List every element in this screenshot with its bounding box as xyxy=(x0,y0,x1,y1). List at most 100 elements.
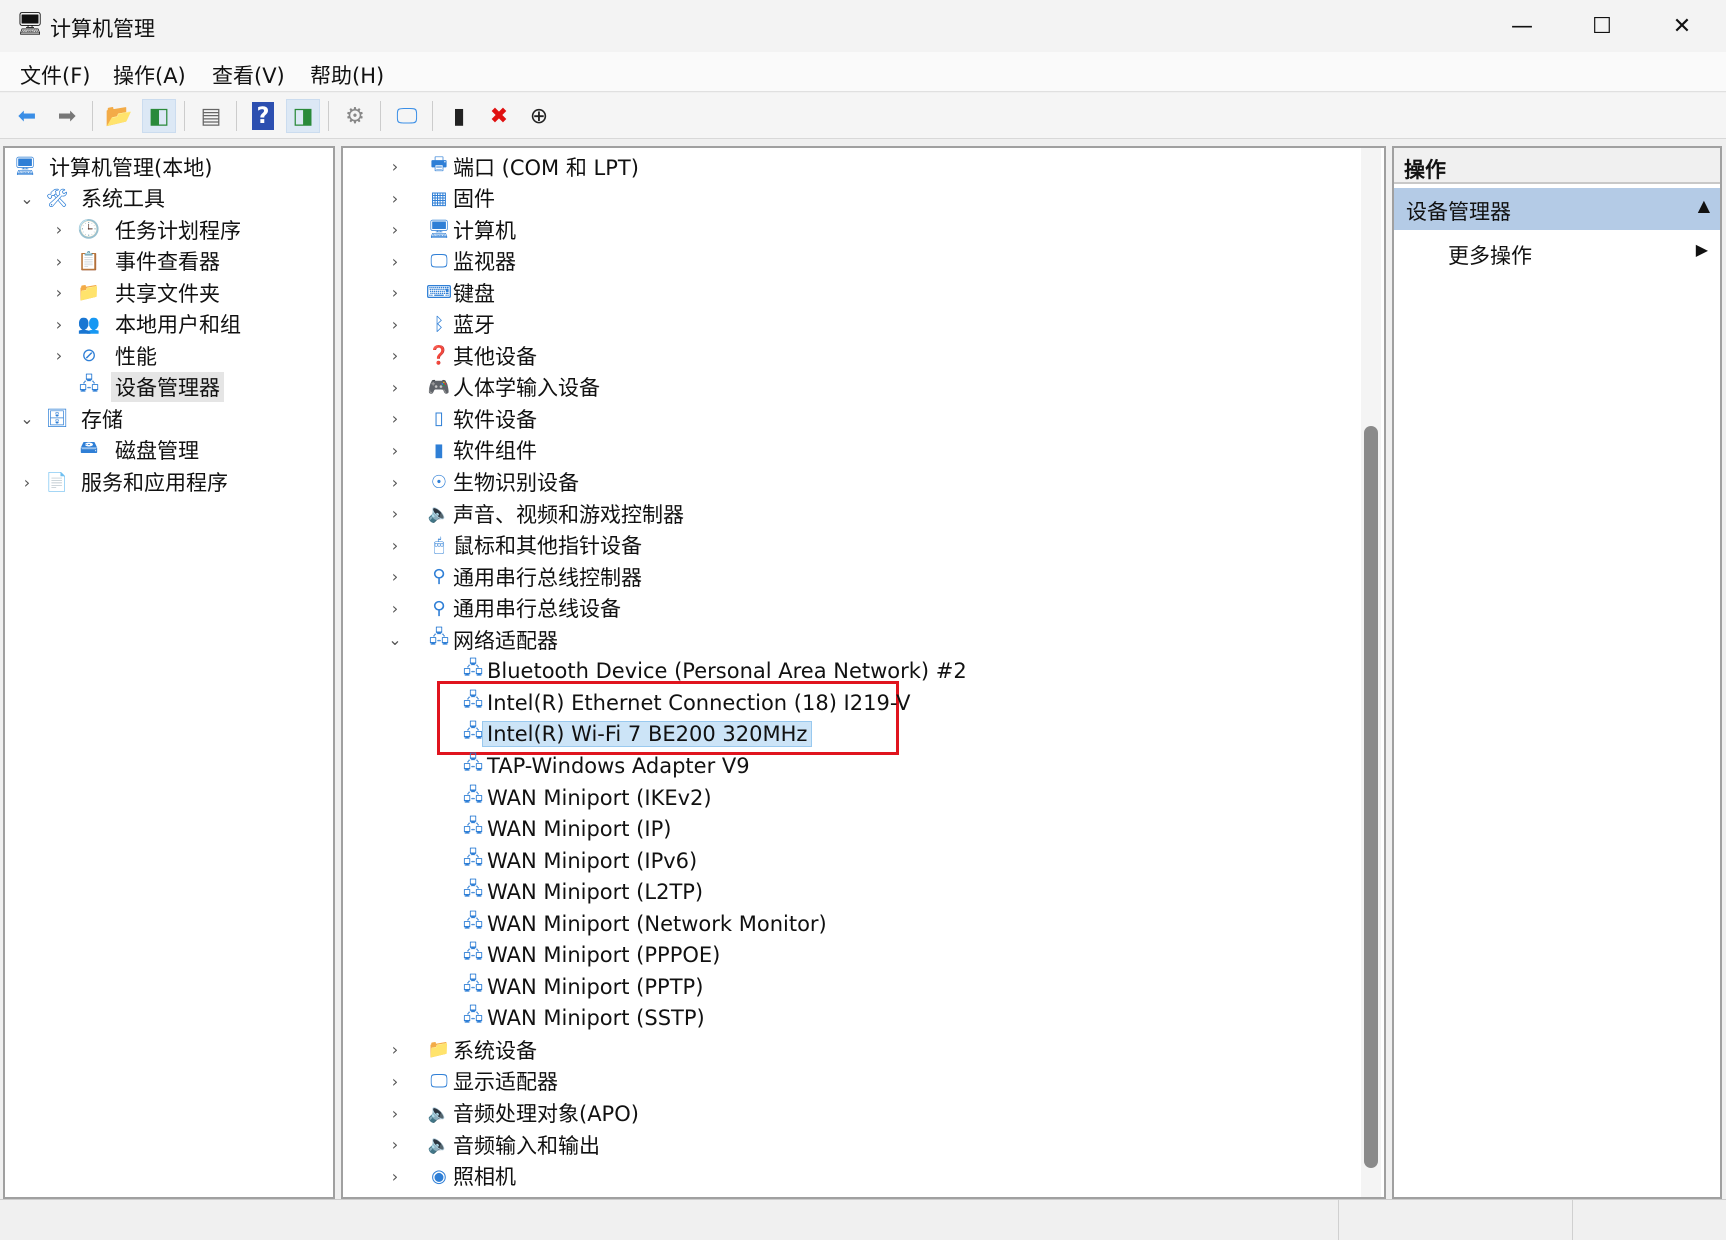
chevron-right-icon[interactable]: › xyxy=(387,1104,403,1123)
actions-pane: 操作 设备管理器 ▲ 更多操作 ▶ xyxy=(1392,146,1722,1199)
chevron-right-icon[interactable]: › xyxy=(51,283,67,302)
show-hide-action-pane-icon[interactable]: ◨ xyxy=(286,99,320,133)
tree-item[interactable]: › ❓ 其他设备 xyxy=(343,340,1384,371)
properties-icon[interactable]: ▤ xyxy=(194,99,228,133)
tree-item[interactable]: › 📁 共享文件夹 xyxy=(5,277,333,308)
chevron-down-icon[interactable]: ⌄ xyxy=(19,189,35,208)
chevron-right-icon[interactable]: › xyxy=(387,1040,403,1059)
more-actions-item[interactable]: 更多操作 ▶ xyxy=(1394,232,1720,272)
menu-action[interactable]: 操作(A) xyxy=(113,60,186,90)
tree-item[interactable]: 🖧 Intel(R) Ethernet Connection (18) I219-… xyxy=(343,687,1384,718)
chevron-right-icon[interactable]: › xyxy=(387,504,403,523)
tree-item[interactable]: › 🔈 音频输入和输出 xyxy=(343,1129,1384,1160)
tree-item[interactable]: › 👥 本地用户和组 xyxy=(5,309,333,340)
tree-item[interactable]: › ◉ 照相机 xyxy=(343,1161,1384,1192)
chevron-right-icon[interactable]: › xyxy=(387,536,403,555)
tree-item[interactable]: › 🎮 人体学输入设备 xyxy=(343,372,1384,403)
minimize-button[interactable]: — xyxy=(1482,0,1562,52)
tree-item-label: 照相机 xyxy=(453,1165,516,1190)
chevron-right-icon[interactable]: › xyxy=(51,315,67,334)
tree-item[interactable]: › ⌨ 键盘 xyxy=(343,277,1384,308)
chevron-right-icon[interactable]: › xyxy=(387,473,403,492)
menu-view[interactable]: 查看(V) xyxy=(212,60,285,90)
tree-item[interactable]: › ᛒ 蓝牙 xyxy=(343,309,1384,340)
update-driver-icon[interactable]: ⚙ xyxy=(338,99,372,133)
chevron-right-icon[interactable]: › xyxy=(387,1072,403,1091)
tree-item[interactable]: › ⊘ 性能 xyxy=(5,340,333,371)
tree-item[interactable]: › 📋 事件查看器 xyxy=(5,246,333,277)
tree-item-label: 通用串行总线设备 xyxy=(453,597,621,622)
tree-item[interactable]: ⌄ 🗄 存储 xyxy=(5,403,333,434)
menu-file[interactable]: 文件(F) xyxy=(20,60,90,90)
tree-item[interactable]: 🖧 设备管理器 xyxy=(5,372,333,403)
chevron-right-icon[interactable]: › xyxy=(19,473,35,492)
chevron-right-icon[interactable]: › xyxy=(387,378,403,397)
tree-item[interactable]: › 🖥 计算机 xyxy=(343,214,1384,245)
maximize-button[interactable]: ☐ xyxy=(1562,0,1642,52)
chevron-right-icon[interactable]: › xyxy=(387,220,403,239)
chevron-right-icon[interactable]: › xyxy=(387,567,403,586)
tree-item[interactable]: › 🖵 显示适配器 xyxy=(343,1066,1384,1097)
tree-item[interactable]: 🖧 WAN Miniport (IP) xyxy=(343,814,1384,845)
tree-item[interactable]: › 🔈 音频处理对象(APO) xyxy=(343,1098,1384,1129)
actions-section-device-manager[interactable]: 设备管理器 ▲ xyxy=(1394,188,1720,230)
chevron-right-icon[interactable]: › xyxy=(387,441,403,460)
tree-item[interactable]: › ☉ 生物识别设备 xyxy=(343,467,1384,498)
chevron-right-icon[interactable]: › xyxy=(387,283,403,302)
tree-item[interactable]: 🖧 WAN Miniport (L2TP) xyxy=(343,877,1384,908)
chevron-right-icon[interactable]: › xyxy=(51,252,67,271)
tree-item[interactable]: › ▯ 软件设备 xyxy=(343,403,1384,434)
uninstall-device-icon[interactable]: ✖ xyxy=(482,99,516,133)
chevron-right-icon[interactable]: › xyxy=(387,315,403,334)
forward-arrow-icon[interactable]: ➡ xyxy=(50,99,84,133)
tree-item[interactable]: 🖧 WAN Miniport (IPv6) xyxy=(343,845,1384,876)
tree-item[interactable]: › 📄 服务和应用程序 xyxy=(5,467,333,498)
tree-item[interactable]: 🖴 磁盘管理 xyxy=(5,435,333,466)
chevron-down-icon[interactable]: ⌄ xyxy=(387,630,403,649)
toolbar-separator xyxy=(328,101,329,131)
chevron-right-icon[interactable]: › xyxy=(387,189,403,208)
tree-item[interactable]: ⌄ 🛠 系统工具 xyxy=(5,183,333,214)
chevron-right-icon[interactable]: › xyxy=(51,346,67,365)
tree-item[interactable]: › 🔈 声音、视频和游戏控制器 xyxy=(343,498,1384,529)
enable-device-icon[interactable]: ▮ xyxy=(442,99,476,133)
tree-item[interactable]: › 🖵 监视器 xyxy=(343,246,1384,277)
chevron-right-icon[interactable]: › xyxy=(387,409,403,428)
scan-hardware-icon[interactable]: 🖵 xyxy=(390,99,424,133)
show-hide-console-tree-icon[interactable]: ◧ xyxy=(142,99,176,133)
tree-item[interactable]: › ▮ 软件组件 xyxy=(343,435,1384,466)
chevron-right-icon[interactable]: › xyxy=(387,599,403,618)
tree-item[interactable]: 🖥 计算机管理(本地) xyxy=(5,151,333,182)
tree-item[interactable]: › 🖶 端口 (COM 和 LPT) xyxy=(343,151,1384,182)
tree-item[interactable]: › ▦ 固件 xyxy=(343,183,1384,214)
tree-item[interactable]: 🖧 WAN Miniport (PPPOE) xyxy=(343,940,1384,971)
menu-bar: 文件(F) 操作(A) 查看(V) 帮助(H) xyxy=(0,52,1726,92)
close-button[interactable]: ✕ xyxy=(1642,0,1722,52)
collapse-up-icon[interactable]: ▲ xyxy=(1698,196,1710,215)
menu-help[interactable]: 帮助(H) xyxy=(310,60,384,90)
back-arrow-icon[interactable]: ⬅ xyxy=(10,99,44,133)
chevron-right-icon[interactable]: › xyxy=(387,1167,403,1186)
tree-item[interactable]: › 🖱 鼠标和其他指针设备 xyxy=(343,530,1384,561)
tree-item[interactable]: 🖧 WAN Miniport (SSTP) xyxy=(343,1003,1384,1034)
tree-item[interactable]: 🖧 Bluetooth Device (Personal Area Network… xyxy=(343,656,1384,687)
chevron-right-icon[interactable]: › xyxy=(387,1135,403,1154)
tree-item[interactable]: 🖧 WAN Miniport (Network Monitor) xyxy=(343,908,1384,939)
chevron-down-icon[interactable]: ⌄ xyxy=(19,409,35,428)
up-folder-icon[interactable]: 📂 xyxy=(102,99,136,133)
tree-item[interactable]: › 🕒 任务计划程序 xyxy=(5,214,333,245)
tree-item[interactable]: 🖧 Intel(R) Wi-Fi 7 BE200 320MHz xyxy=(343,719,1384,750)
tree-item[interactable]: 🖧 WAN Miniport (IKEv2) xyxy=(343,782,1384,813)
help-icon[interactable]: ? xyxy=(246,99,280,133)
tree-item[interactable]: 🖧 WAN Miniport (PPTP) xyxy=(343,971,1384,1002)
chevron-right-icon[interactable]: › xyxy=(387,252,403,271)
tree-item[interactable]: › 📁 系统设备 xyxy=(343,1034,1384,1065)
tree-item[interactable]: ⌄ 🖧 网络适配器 xyxy=(343,624,1384,655)
chevron-right-icon[interactable]: › xyxy=(387,157,403,176)
tree-item[interactable]: 🖧 TAP-Windows Adapter V9 xyxy=(343,750,1384,781)
chevron-right-icon[interactable]: › xyxy=(51,220,67,239)
disable-device-icon[interactable]: ⊕ xyxy=(522,99,556,133)
tree-item[interactable]: › ⚲ 通用串行总线控制器 xyxy=(343,561,1384,592)
chevron-right-icon[interactable]: › xyxy=(387,346,403,365)
tree-item[interactable]: › ⚲ 通用串行总线设备 xyxy=(343,593,1384,624)
